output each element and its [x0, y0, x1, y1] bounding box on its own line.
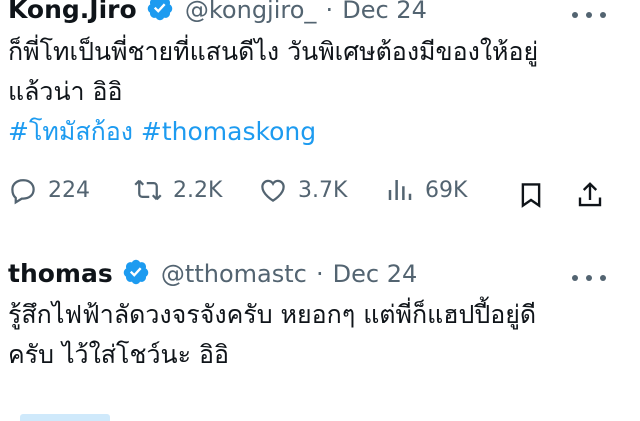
views-count: 69K [425, 177, 468, 203]
author-handle[interactable]: @kongjiro_ [185, 0, 317, 24]
share-button[interactable] [575, 180, 605, 214]
separator-dot: · [315, 260, 324, 288]
verified-badge-icon [123, 259, 149, 285]
verified-badge-icon [147, 0, 173, 21]
like-count: 3.7K [298, 177, 348, 203]
retweet-count: 2.2K [173, 177, 223, 203]
reply-button[interactable]: 224 [8, 175, 90, 205]
hashtag-link[interactable]: #thomaskong [141, 117, 316, 146]
tweet-text: ก็พี่โทเป็นพี่ชายที่แสนดีไง วันพิเศษต้อง… [8, 32, 538, 152]
more-icon[interactable] [572, 10, 606, 20]
retweet-icon [134, 179, 162, 201]
tweet-header: thomas @tthomastc · Dec 24 [8, 258, 417, 288]
tweet-text: รู้สึกไฟฟ้าลัดวงจรจังครับ หยอกๆ แต่พี่ก็… [8, 295, 536, 375]
cutoff-element [20, 414, 110, 421]
tweet-actions: 224 2.2K 3.7K 69K [0, 175, 640, 215]
reply-count: 224 [48, 177, 90, 203]
author-name[interactable]: Kong.Jiro [8, 0, 137, 24]
more-icon[interactable] [572, 273, 606, 283]
tweet-text-line: ก็พี่โทเป็นพี่ชายที่แสนดีไง วันพิเศษต้อง… [8, 37, 539, 66]
tweet-date[interactable]: Dec 24 [342, 0, 427, 24]
author-name[interactable]: thomas [8, 259, 113, 288]
hashtag-link[interactable]: #โทมัสก้อง [8, 117, 133, 146]
views-button[interactable]: 69K [385, 175, 467, 205]
bookmark-button[interactable] [516, 180, 546, 214]
reply-icon [11, 179, 35, 205]
tweet-text-line: รู้สึกไฟฟ้าลัดวงจรจังครับ หยอกๆ แต่พี่ก็… [8, 300, 537, 329]
like-button[interactable]: 3.7K [258, 175, 347, 205]
tweet-header: Kong.Jiro @kongjiro_ · Dec 24 [8, 0, 427, 24]
tweet-text-line: แล้วน่า อิอิ [8, 77, 123, 106]
retweet-button[interactable]: 2.2K [133, 175, 222, 205]
tweet-date[interactable]: Dec 24 [333, 260, 418, 288]
author-handle[interactable]: @tthomastc [161, 260, 307, 288]
views-icon [388, 180, 412, 200]
separator-dot: · [325, 0, 334, 24]
hashtags: #โทมัสก้อง #thomaskong [8, 112, 538, 152]
like-icon [261, 179, 285, 202]
tweet-text-line: ครับ ไว้ใส่โชว์นะ อิอิ [8, 340, 229, 369]
bookmark-icon [521, 183, 541, 208]
share-icon [578, 182, 602, 207]
